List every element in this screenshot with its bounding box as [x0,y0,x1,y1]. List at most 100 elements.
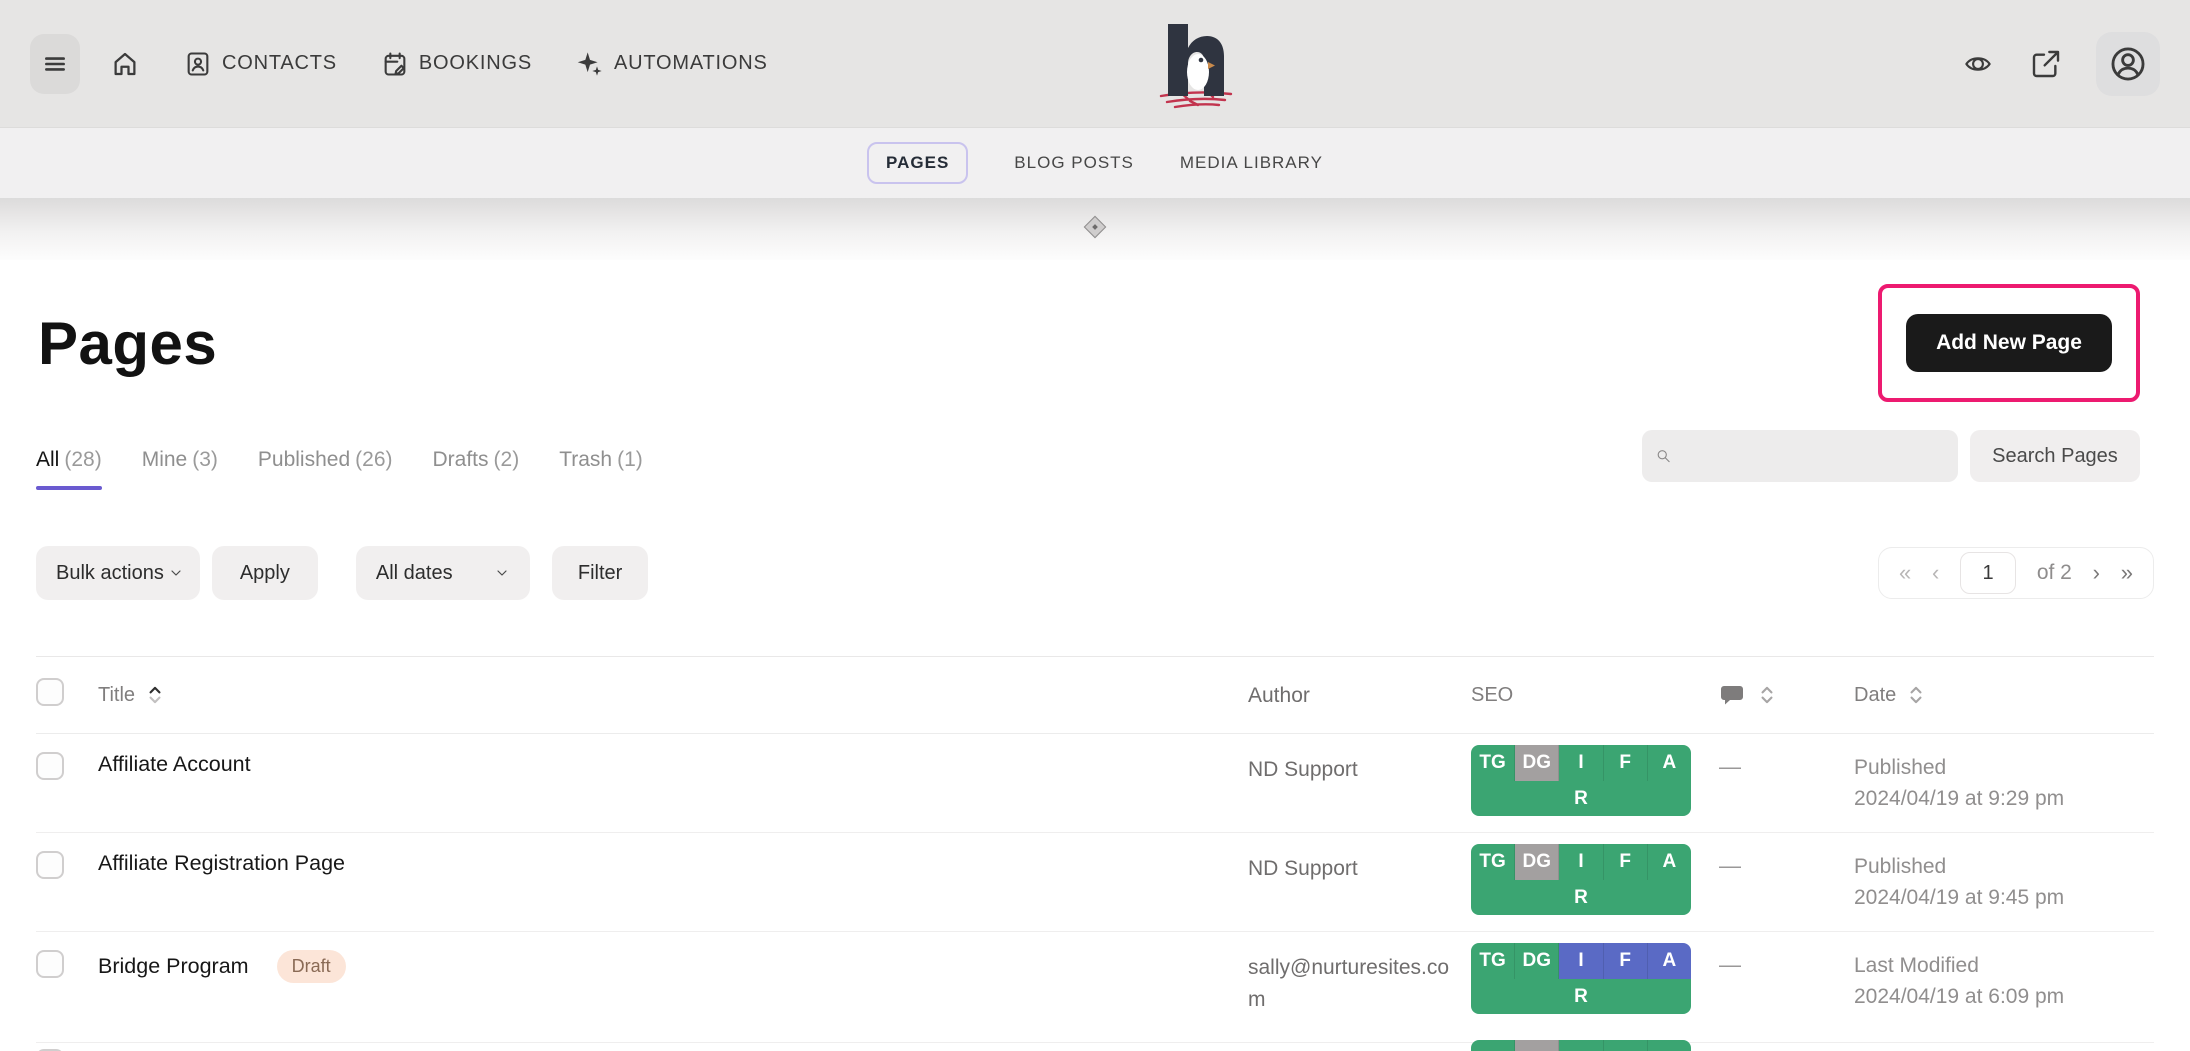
sort-icon[interactable] [147,683,163,707]
sort-icon[interactable] [1908,683,1924,707]
all-dates-select[interactable]: All dates [356,546,530,600]
status-filter-tabs: All(28) Mine(3) Published(26) Drafts(2) … [36,448,643,472]
apply-button[interactable]: Apply [212,546,318,600]
automations-icon [576,50,604,78]
nav-bookings[interactable]: BOOKINGS [381,50,532,78]
tab-drafts[interactable]: Drafts(2) [433,448,520,472]
page-title-link[interactable]: Bridge Program [98,954,249,979]
page-title: Pages [38,314,217,374]
author-cell: ND Support [1248,752,1471,786]
account-button[interactable] [2096,32,2160,96]
author-cell: sally@nurturesites.com [1248,950,1471,1015]
first-page-button[interactable]: « [1899,562,1911,584]
page-count-label: of 2 [2037,561,2072,585]
search-input[interactable] [1642,430,1958,482]
seo-segment-dg: DG [1515,844,1559,880]
menu-button[interactable] [30,34,80,94]
page-title-link[interactable]: Affiliate Registration Page [98,851,345,876]
author-cell: ND Support [1248,851,1471,885]
last-page-button[interactable]: » [2121,562,2133,584]
nav-contacts[interactable]: CONTACTS [184,50,337,78]
seo-segment [1604,1040,1648,1051]
table-header-row: Title Author SEO Date [36,656,2154,734]
hamburger-icon [42,51,68,77]
seo-segment [1648,1040,1691,1051]
next-page-button[interactable]: › [2093,562,2100,584]
seo-score-badge: TGDGIFA R [1471,745,1691,816]
header-shadow-band [0,198,2190,260]
seo-segment-f: F [1604,943,1648,979]
seo-segment [1515,1040,1559,1051]
tab-all[interactable]: All(28) [36,448,102,472]
date-status: Published [1854,752,2154,783]
column-header-seo[interactable]: SEO [1471,684,1719,707]
search-pages-button[interactable]: Search Pages [1970,430,2140,482]
current-page-field[interactable]: 1 [1960,552,2016,594]
content-type-nav: PAGES BLOG POSTS MEDIA LIBRARY [0,128,2190,198]
column-header-date[interactable]: Date [1854,684,1896,707]
brand-logo[interactable] [1156,20,1236,116]
table-row: Affiliate Registration Page ND Support T… [36,833,2154,932]
seo-segment-a: A [1648,745,1691,781]
date-value: 2024/04/19 at 6:09 pm [1854,981,2154,1012]
search-field[interactable] [1679,445,1944,468]
filter-controls-row: All(28) Mine(3) Published(26) Drafts(2) … [36,418,2154,490]
app-root: CONTACTS BOOKINGS AUTOMATIONS [0,0,2190,1051]
seo-segment-tg: TG [1471,844,1515,880]
logo-bird-icon [1156,20,1236,116]
chevron-down-icon [494,565,510,581]
diamond-handle-icon[interactable] [1084,216,1107,239]
comments-count: — [1719,950,1741,978]
annotation-highlight-box: Add New Page [1878,284,2140,402]
seo-score-badge: TGDGIFA R [1471,844,1691,915]
main-content: Pages Add New Page All(28) Mine(3) Publi… [0,260,2190,1051]
bulk-actions-select[interactable]: Bulk actions [36,546,200,600]
tab-blog-posts[interactable]: BLOG POSTS [1014,153,1134,173]
pages-table: Title Author SEO Date [36,656,2154,1051]
row-checkbox[interactable] [36,851,64,879]
tab-trash[interactable]: Trash(1) [559,448,643,472]
nav-contacts-label: CONTACTS [222,52,337,75]
home-button[interactable] [110,49,140,79]
prev-page-button[interactable]: ‹ [1932,562,1939,584]
comments-icon [1719,682,1745,708]
comments-count: — [1719,752,1741,780]
preview-button[interactable] [1960,50,1996,78]
table-toolbar: Bulk actions Apply All dates Filter « ‹ … [36,546,2154,600]
primary-nav: CONTACTS BOOKINGS AUTOMATIONS [184,50,768,78]
status-badge: Draft [277,950,346,983]
row-checkbox[interactable] [36,752,64,780]
tab-pages[interactable]: PAGES [867,142,968,184]
seo-segment [1471,1040,1515,1051]
seo-segment-i: I [1559,745,1603,781]
search-group: Search Pages [1642,430,2140,482]
eye-icon [1960,50,1996,78]
tab-published[interactable]: Published(26) [258,448,393,472]
seo-segment-f: F [1604,745,1648,781]
tab-media-library[interactable]: MEDIA LIBRARY [1180,153,1323,173]
tab-mine[interactable]: Mine(3) [142,448,218,472]
date-value: 2024/04/19 at 9:29 pm [1854,783,2154,814]
seo-segment-tg: TG [1471,943,1515,979]
sort-icon[interactable] [1759,683,1775,707]
user-avatar-icon [2109,45,2147,83]
row-checkbox[interactable] [36,950,64,978]
add-new-page-button[interactable]: Add New Page [1906,314,2112,372]
column-header-title[interactable]: Title [98,684,135,707]
date-status: Last Modified [1854,950,2154,981]
select-all-checkbox[interactable] [36,678,64,706]
table-row [36,1043,2154,1051]
column-header-author[interactable]: Author [1248,678,1471,712]
page-title-link[interactable]: Affiliate Account [98,752,251,777]
home-icon [110,49,140,79]
open-site-button[interactable] [2030,48,2062,80]
pagination: « ‹ 1 of 2 › » [1878,547,2154,599]
bookings-icon [381,50,409,78]
seo-segment-r: R [1471,781,1691,816]
filter-button[interactable]: Filter [552,546,648,600]
nav-automations[interactable]: AUTOMATIONS [576,50,768,78]
external-link-icon [2030,48,2062,80]
date-value: 2024/04/19 at 9:45 pm [1854,882,2154,913]
search-icon [1656,446,1671,466]
table-row: Bridge Program Draft sally@nurturesites.… [36,932,2154,1043]
